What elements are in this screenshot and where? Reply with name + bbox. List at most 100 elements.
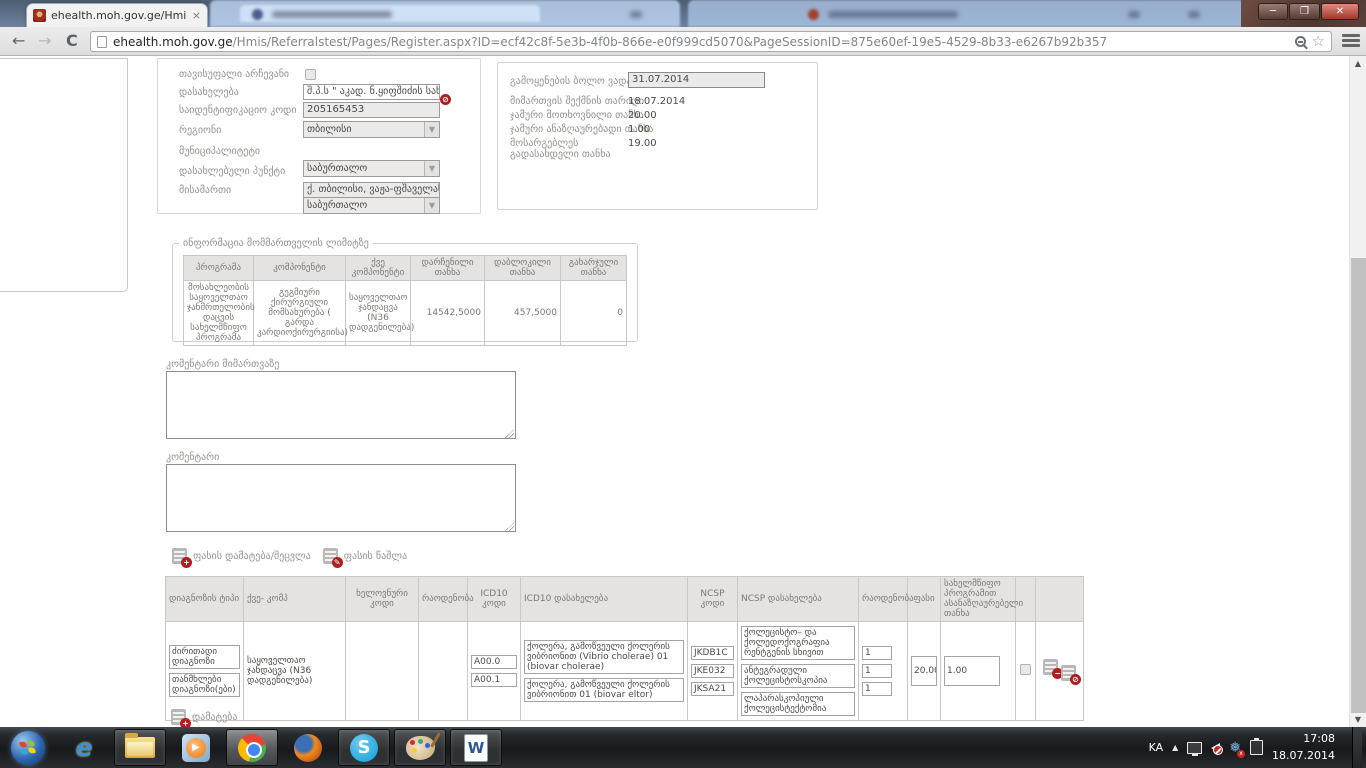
limit-col-remaining: დარჩენილი თანხა	[411, 256, 485, 281]
scroll-up-icon[interactable]: ▲	[1350, 56, 1366, 71]
row-block-icon[interactable]: ⊘	[1061, 665, 1076, 681]
identification-code-input[interactable]: 205165453	[303, 102, 440, 118]
settlement-select[interactable]: საბურთალო▼	[303, 197, 440, 214]
language-indicator[interactable]: KA	[1149, 741, 1164, 754]
browser-tab[interactable]: ehealth.moh.gov.ge/Hmis ×	[26, 3, 208, 27]
ncsp-code-box[interactable]: JKDB1C	[691, 646, 734, 660]
address-bar[interactable]: ehealth.moh.gov.ge/Hmis/Referralstest/Pa…	[90, 31, 1332, 52]
price-box[interactable]: 20.00	[911, 656, 937, 686]
municipality-label: მუნიციპალიტეტი	[179, 146, 260, 157]
taskbar-item-explorer[interactable]	[114, 729, 166, 766]
row-remove-icon[interactable]: −	[1043, 659, 1058, 675]
icd10-name-box[interactable]: ქოლერა, გამოწვეული ქოლერის ვიბრიონით (Vi…	[524, 640, 684, 674]
price-delete-label[interactable]: ფასის წაშლა	[344, 551, 407, 562]
window-restore-button[interactable]: ❐	[1289, 3, 1320, 20]
zoom-icon[interactable]	[1295, 36, 1306, 47]
comment-textarea[interactable]	[166, 464, 516, 532]
address-input[interactable]: ქ. თბილისი, ვაჟა-ფშაველას №29	[303, 182, 440, 198]
svc-col-ncsp-name: NCSP დასახელება	[738, 577, 859, 622]
quantity-box[interactable]: 1	[862, 646, 892, 660]
icd10-name-box[interactable]: ქოლერა, გამოწვეული ქოლერის ვიბრიონით 01 …	[524, 678, 684, 702]
chevron-down-icon[interactable]: ▼	[424, 198, 439, 213]
quantity-box[interactable]: 1	[862, 682, 892, 696]
resize-handle-icon[interactable]	[505, 429, 514, 438]
price-add-change-label[interactable]: ფასის დამატება/შეცვლა	[193, 551, 311, 562]
show-hidden-icons-icon[interactable]: ▲	[1172, 743, 1178, 752]
chrome-menu-icon[interactable]	[1342, 34, 1360, 49]
chevron-down-icon[interactable]: ▼	[424, 161, 439, 176]
ncsp-code-box[interactable]: JKSA21	[691, 682, 734, 696]
svc-col-icd10-name: ICD10 დასახელება	[521, 577, 688, 622]
diagnosis-type-box[interactable]: ძირითადი დიაგნოზი	[169, 645, 240, 669]
scroll-down-icon[interactable]: ▼	[1350, 712, 1366, 727]
scrollbar-thumb[interactable]	[1351, 258, 1366, 713]
taskbar-item-media-player[interactable]: ▶	[170, 729, 222, 766]
svc-col-quantity: რაოდენობა	[419, 577, 468, 622]
taskbar-item-word[interactable]: W	[450, 729, 502, 766]
svc-col-actions	[1036, 577, 1084, 622]
app-error-tray-icon[interactable]: ❅x	[1229, 740, 1241, 756]
free-choice-checkbox[interactable]	[305, 69, 316, 80]
url-text[interactable]: ehealth.moh.gov.ge/Hmis/Referralstest/Pa…	[113, 35, 1289, 49]
ncsp-code-box[interactable]: JKE032	[691, 664, 734, 678]
payable-amount-value: 19.00	[628, 138, 657, 149]
taskbar-item-firefox[interactable]	[282, 729, 334, 766]
price-add-change-icon[interactable]: +	[172, 548, 187, 564]
name-input[interactable]: შ.პ.ს " აკად. ნ.ყიფშიძის სახელობის ც	[303, 84, 440, 100]
add-service-icon[interactable]: +	[171, 709, 186, 725]
name-label: დასახელება	[179, 87, 239, 98]
row-select-checkbox[interactable]	[1020, 664, 1031, 675]
window-close-button[interactable]: ✕	[1321, 3, 1359, 20]
taskbar-item-internet-explorer[interactable]: e	[58, 729, 110, 766]
quantity-box[interactable]: 1	[862, 664, 892, 678]
background-window-2	[688, 0, 1248, 27]
internet-explorer-icon: e	[76, 733, 93, 762]
bookmark-star-icon[interactable]: ☆	[1312, 34, 1325, 49]
tab-close-icon[interactable]: ×	[192, 9, 201, 22]
svc-col-ncsp-code: NCSP კოდი	[688, 577, 738, 622]
referral-comment-label: კომენტარი მიმართვაზე	[166, 359, 279, 370]
add-service-label[interactable]: დამატება	[192, 712, 237, 723]
forward-icon[interactable]: →	[38, 31, 51, 50]
limit-info-fieldset: ინფორმაცია მომმართველის ლიმიტზე პროგრამა…	[172, 238, 638, 342]
diagnosis-type-box[interactable]: თანმხლები დიაგნოზი(ები)	[169, 673, 240, 697]
requested-amount-value: 20.00	[628, 110, 657, 121]
taskbar-item-skype[interactable]: S	[338, 729, 390, 766]
start-button[interactable]	[2, 729, 54, 766]
svc-col-subcomp: ქვე- კომპ	[244, 577, 346, 622]
icd10-code-box[interactable]: A00.1	[471, 673, 517, 687]
expiry-input[interactable]: 31.07.2014	[628, 72, 765, 88]
reimburse-box[interactable]: 1.00	[944, 656, 1000, 686]
icd10-code-box[interactable]: A00.0	[471, 655, 517, 669]
volume-muted-icon[interactable]	[1211, 743, 1220, 753]
referral-comment-textarea[interactable]	[166, 371, 516, 439]
back-icon[interactable]: ←	[12, 31, 25, 50]
system-tray: KA ▲ ❅x 17:08 18.07.2014	[1149, 727, 1366, 768]
paint-icon	[406, 736, 435, 760]
clipboard-tray-icon[interactable]	[1250, 740, 1263, 755]
comment-label: კომენტარი	[166, 452, 219, 463]
contract-code-cell	[346, 622, 419, 721]
price-delete-icon[interactable]: ✎	[323, 548, 338, 564]
limit-table: პროგრამა კომპონენტი ქვე კომპონენტი დარჩე…	[183, 255, 627, 346]
created-date-label: მიმართვის შექმნის თარიღი	[510, 96, 644, 107]
chevron-down-icon[interactable]: ▼	[424, 122, 439, 137]
taskbar-clock[interactable]: 17:08 18.07.2014	[1272, 731, 1343, 764]
region-select[interactable]: თბილისი▼	[303, 121, 440, 138]
ncsp-name-box[interactable]: ქოლეცისტო– და ქოლედოქოგრაფია რენტგენის ს…	[741, 626, 855, 660]
media-player-icon: ▶	[182, 734, 210, 762]
show-desktop-button[interactable]	[1352, 727, 1362, 768]
window-minimize-button[interactable]: ─	[1258, 3, 1288, 20]
ncsp-name-box[interactable]: ლაპარასკოპიული ქოლეცისტექტომია	[741, 692, 855, 716]
firefox-icon	[294, 734, 322, 762]
network-icon[interactable]	[1187, 742, 1202, 754]
taskbar-item-chrome[interactable]	[226, 729, 278, 766]
vertical-scrollbar[interactable]: ▲ ▼	[1349, 56, 1366, 727]
created-date-value: 18.07.2014	[628, 96, 685, 107]
taskbar-item-paint[interactable]	[394, 729, 446, 766]
refresh-icon[interactable]: C	[66, 31, 78, 50]
limit-col-blocked: დაბლოკილი თანხა	[485, 256, 561, 281]
resize-handle-icon[interactable]	[505, 522, 514, 531]
municipality-select[interactable]: საბურთალო▼	[303, 160, 440, 177]
ncsp-name-box[interactable]: ანტეგრადული ქოლეცისტოსკოპია	[741, 664, 855, 688]
